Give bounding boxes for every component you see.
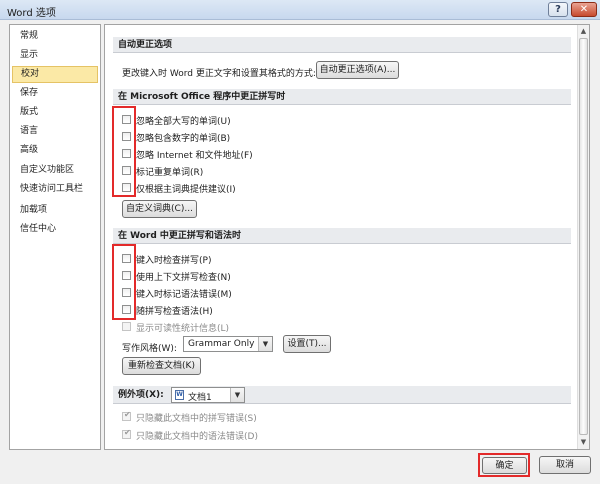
close-button[interactable]: ✕ <box>571 2 597 17</box>
writing-style-select[interactable]: Grammar Only ▼ <box>183 336 273 352</box>
sidebar-item-add-ins[interactable]: 加载项 <box>12 202 98 219</box>
check-spelling-as-type-label: 键入时检查拼写(P) <box>136 256 212 266</box>
recheck-document-button[interactable]: 重新检查文档(K) <box>122 357 201 375</box>
sidebar-item-save[interactable]: 保存 <box>12 85 98 102</box>
window-title: Word 选项 <box>7 8 56 19</box>
hide-spelling-errors-checkbox[interactable]: ✔ <box>122 410 131 421</box>
readability-checkbox[interactable] <box>122 322 131 331</box>
hide-spelling-errors-label: 只隐藏此文档中的拼写错误(S) <box>136 414 257 424</box>
autocorrect-options-button[interactable]: 自动更正选项(A)... <box>316 61 399 79</box>
options-sidebar: 常规 显示 校对 保存 版式 语言 高级 自定义功能区 快速访问工具栏 加载项 … <box>9 24 101 450</box>
word-document-icon: W <box>175 390 184 400</box>
sidebar-item-quick-access-toolbar[interactable]: 快速访问工具栏 <box>12 181 98 198</box>
grammar-settings-button[interactable]: 设置(T)... <box>283 335 331 353</box>
help-button[interactable]: ? <box>548 2 568 17</box>
cancel-button[interactable]: 取消 <box>539 456 591 474</box>
scroll-down-icon[interactable]: ▼ <box>578 436 589 448</box>
checkmark-icon: ✔ <box>124 428 131 437</box>
highlight-box-word-checkboxes <box>112 244 136 320</box>
exceptions-document-select[interactable]: W 文档1 ▼ <box>171 387 245 403</box>
scroll-up-icon[interactable]: ▲ <box>578 25 589 37</box>
flag-repeated-label: 标记重复单词(R) <box>136 168 204 178</box>
ignore-uppercase-label: 忽略全部大写的单词(U) <box>136 117 231 127</box>
mark-grammar-errors-label: 键入时标记语法错误(M) <box>136 290 232 300</box>
sidebar-item-general[interactable]: 常规 <box>12 28 98 45</box>
readability-label: 显示可读性统计信息(L) <box>136 324 230 334</box>
exceptions-document-value: 文档1 <box>188 393 212 403</box>
hide-grammar-errors-checkbox[interactable]: ✔ <box>122 428 131 439</box>
contextual-spelling-label: 使用上下文拼写检查(N) <box>136 273 231 283</box>
sidebar-item-language[interactable]: 语言 <box>12 123 98 140</box>
chevron-down-icon: ▼ <box>230 388 244 402</box>
scrollbar-thumb[interactable] <box>579 38 588 435</box>
writing-style-label: 写作风格(W): <box>122 344 177 354</box>
section-header-office-spelling: 在 Microsoft Office 程序中更正拼写时 <box>113 89 571 105</box>
hide-grammar-errors-label: 只隐藏此文档中的语法错误(D) <box>136 432 258 442</box>
ok-button[interactable]: 确定 <box>482 457 527 474</box>
writing-style-value: Grammar Only <box>188 339 255 349</box>
ignore-internet-label: 忽略 Internet 和文件地址(F) <box>136 151 253 161</box>
autocorrect-description: 更改键入时 Word 更正文字和设置其格式的方式: <box>122 69 316 79</box>
title-bar: Word 选项 ? ✕ <box>0 0 600 20</box>
close-icon: ✕ <box>579 4 589 15</box>
help-icon: ? <box>555 4 561 15</box>
section-header-word-grammar: 在 Word 中更正拼写和语法时 <box>113 228 571 244</box>
sidebar-item-trust-center[interactable]: 信任中心 <box>12 221 98 238</box>
highlight-box-office-checkboxes <box>112 106 136 197</box>
chevron-down-icon: ▼ <box>258 337 272 351</box>
exceptions-label: 例外项(X): <box>118 390 164 400</box>
section-header-autocorrect: 自动更正选项 <box>113 37 571 53</box>
custom-dictionaries-button[interactable]: 自定义词典(C)... <box>122 200 197 218</box>
checkmark-icon: ✔ <box>124 410 131 419</box>
main-dictionary-label: 仅根据主词典提供建议(I) <box>136 185 236 195</box>
sidebar-item-advanced[interactable]: 高级 <box>12 142 98 159</box>
content-scrollbar[interactable]: ▲ ▼ <box>577 25 589 449</box>
proofing-panel: 自动更正选项 更改键入时 Word 更正文字和设置其格式的方式: 自动更正选项(… <box>104 24 590 450</box>
sidebar-item-proofing[interactable]: 校对 <box>12 66 98 83</box>
ignore-numbers-label: 忽略包含数字的单词(B) <box>136 134 231 144</box>
sidebar-item-layout[interactable]: 版式 <box>12 104 98 121</box>
check-grammar-with-spelling-label: 随拼写检查语法(H) <box>136 307 213 317</box>
sidebar-item-display[interactable]: 显示 <box>12 47 98 64</box>
sidebar-item-customize-ribbon[interactable]: 自定义功能区 <box>12 162 98 179</box>
